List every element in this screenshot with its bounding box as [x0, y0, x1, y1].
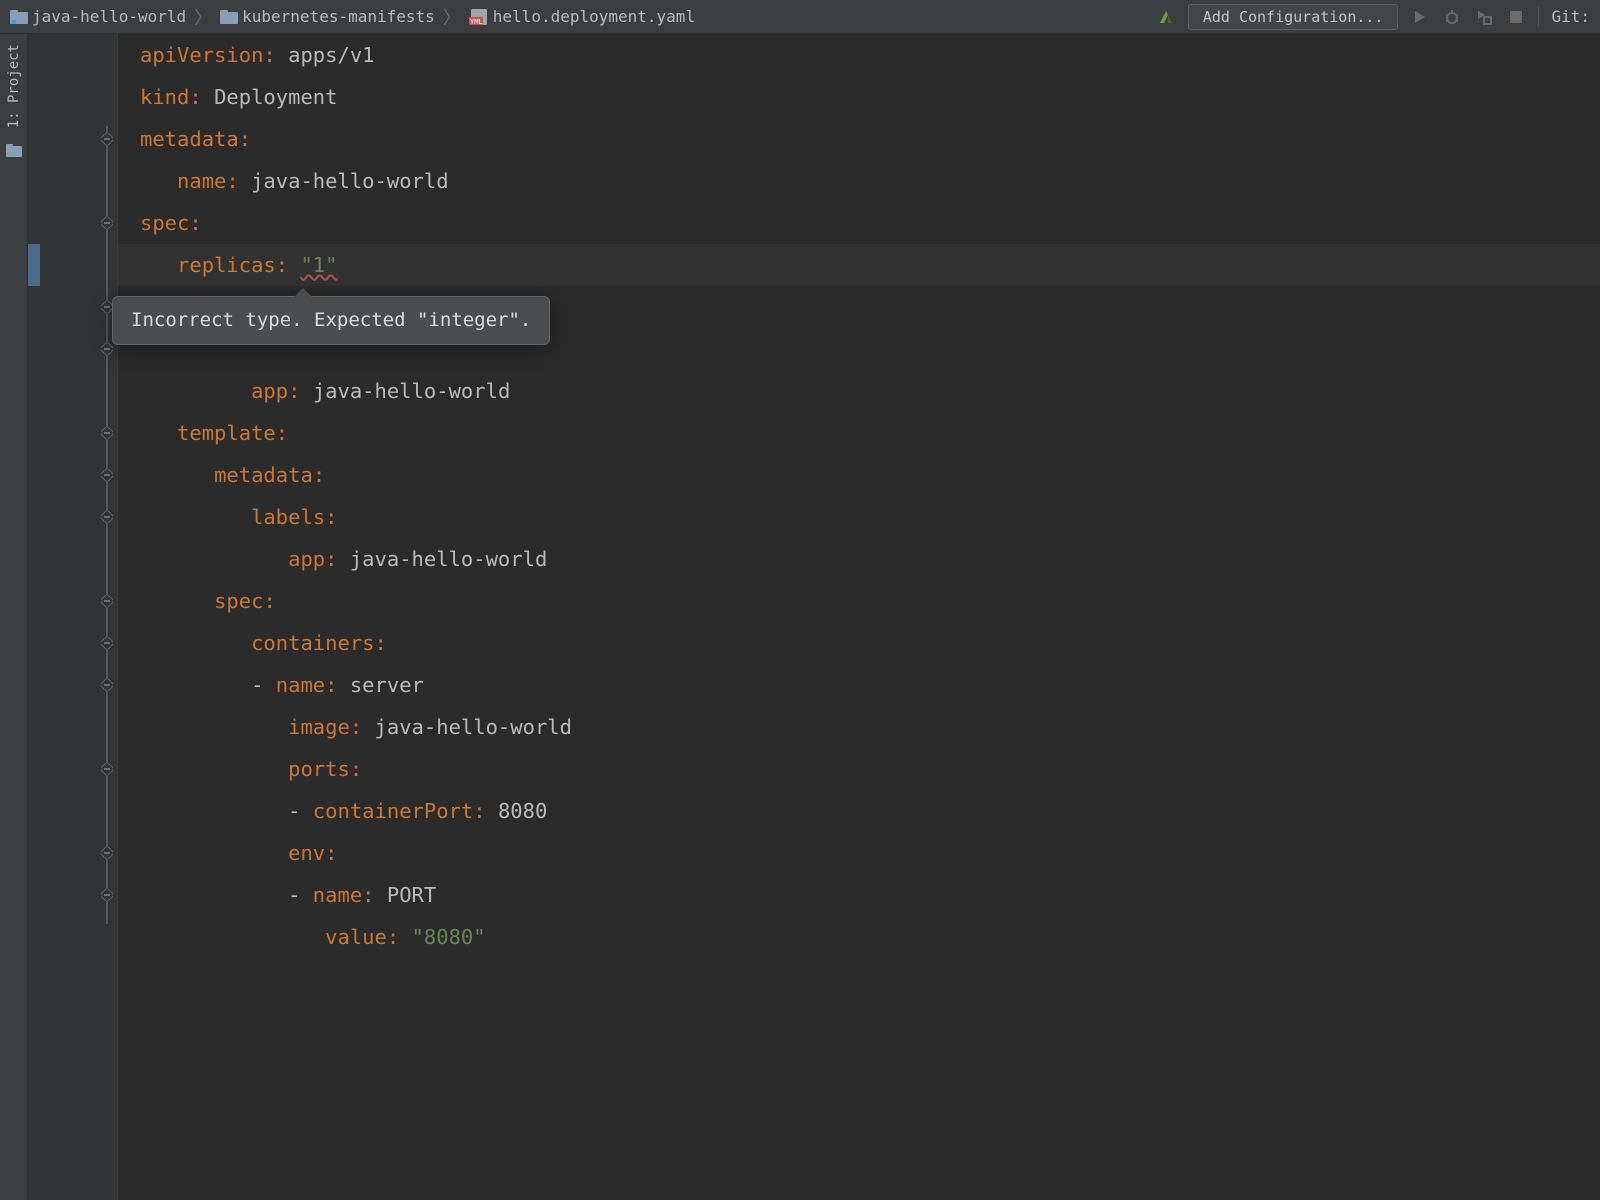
- code-line[interactable]: - name: server: [118, 664, 1600, 706]
- folder-icon: [220, 10, 238, 24]
- editor[interactable]: apiVersion: apps/v1kind: Deploymentmetad…: [28, 34, 1600, 1200]
- fold-toggle-icon[interactable]: [101, 763, 113, 775]
- fold-toggle-icon[interactable]: [101, 679, 113, 691]
- svg-text:YML: YML: [470, 18, 483, 25]
- code-line[interactable]: image: java-hello-world: [118, 706, 1600, 748]
- debug-icon[interactable]: [1442, 7, 1462, 27]
- code-line[interactable]: app: java-hello-world: [118, 538, 1600, 580]
- navigation-bar: java-hello-world 〉 kubernetes-manifests …: [0, 0, 1600, 34]
- code-line[interactable]: app: java-hello-world: [118, 370, 1600, 412]
- current-line-marker: [28, 244, 40, 286]
- code-line[interactable]: spec:: [118, 202, 1600, 244]
- fold-toggle-icon[interactable]: [101, 343, 113, 355]
- breadcrumb-file[interactable]: YML hello.deployment.yaml: [469, 7, 695, 26]
- fold-toggle-icon[interactable]: [101, 427, 113, 439]
- code-area[interactable]: apiVersion: apps/v1kind: Deploymentmetad…: [118, 34, 1600, 1200]
- code-line[interactable]: name: java-hello-world: [118, 160, 1600, 202]
- breadcrumb-folder-label: kubernetes-manifests: [242, 7, 435, 26]
- run-with-coverage-icon[interactable]: [1474, 7, 1494, 27]
- code-line[interactable]: kind: Deployment: [118, 76, 1600, 118]
- chevron-right-icon: 〉: [194, 4, 212, 30]
- error-tooltip: Incorrect type. Expected "integer".: [112, 296, 550, 345]
- code-line[interactable]: value: "8080": [118, 916, 1600, 958]
- error-tooltip-text: Incorrect type. Expected "integer".: [131, 309, 531, 331]
- code-line[interactable]: - containerPort: 8080: [118, 790, 1600, 832]
- fold-toggle-icon[interactable]: [101, 469, 113, 481]
- breadcrumb-folder[interactable]: kubernetes-manifests: [220, 7, 435, 26]
- code-line[interactable]: labels:: [118, 496, 1600, 538]
- fold-toggle-icon[interactable]: [101, 595, 113, 607]
- code-line[interactable]: env:: [118, 832, 1600, 874]
- project-tool-button[interactable]: 1: Project: [6, 44, 22, 128]
- code-line[interactable]: metadata:: [118, 454, 1600, 496]
- project-tool-label: 1: Project: [6, 44, 22, 128]
- fold-toggle-icon[interactable]: [101, 847, 113, 859]
- gutter[interactable]: [28, 34, 118, 1200]
- run-icon[interactable]: [1410, 7, 1430, 27]
- stop-icon[interactable]: [1506, 7, 1526, 27]
- folder-icon[interactable]: [6, 142, 22, 161]
- code-line[interactable]: containers:: [118, 622, 1600, 664]
- run-configuration-button[interactable]: Add Configuration...: [1188, 4, 1399, 30]
- fold-toggle-icon[interactable]: [101, 133, 113, 145]
- build-icon[interactable]: [1156, 7, 1176, 27]
- code-line[interactable]: spec:: [118, 580, 1600, 622]
- module-icon: [10, 10, 28, 24]
- fold-toggle-icon[interactable]: [101, 889, 113, 901]
- breadcrumb-file-label: hello.deployment.yaml: [493, 7, 695, 26]
- chevron-right-icon: 〉: [443, 4, 461, 30]
- code-line[interactable]: metadata:: [118, 118, 1600, 160]
- git-label[interactable]: Git:: [1551, 7, 1590, 26]
- toolbar-right: Add Configuration... Git:: [1156, 4, 1590, 30]
- fold-toggle-icon[interactable]: [101, 511, 113, 523]
- breadcrumb-root[interactable]: java-hello-world: [10, 7, 186, 26]
- fold-toggle-icon[interactable]: [101, 217, 113, 229]
- code-line[interactable]: apiVersion: apps/v1: [118, 34, 1600, 76]
- code-line[interactable]: template:: [118, 412, 1600, 454]
- code-line[interactable]: ports:: [118, 748, 1600, 790]
- code-line[interactable]: replicas: "1": [118, 244, 1600, 286]
- left-tool-window-bar: 1: Project: [0, 34, 28, 1200]
- separator: [1538, 7, 1539, 27]
- yaml-file-icon: YML: [469, 9, 489, 25]
- fold-column[interactable]: [99, 34, 117, 1200]
- code-line[interactable]: - name: PORT: [118, 874, 1600, 916]
- breadcrumbs: java-hello-world 〉 kubernetes-manifests …: [10, 4, 695, 30]
- fold-toggle-icon[interactable]: [101, 637, 113, 649]
- breadcrumb-root-label: java-hello-world: [32, 7, 186, 26]
